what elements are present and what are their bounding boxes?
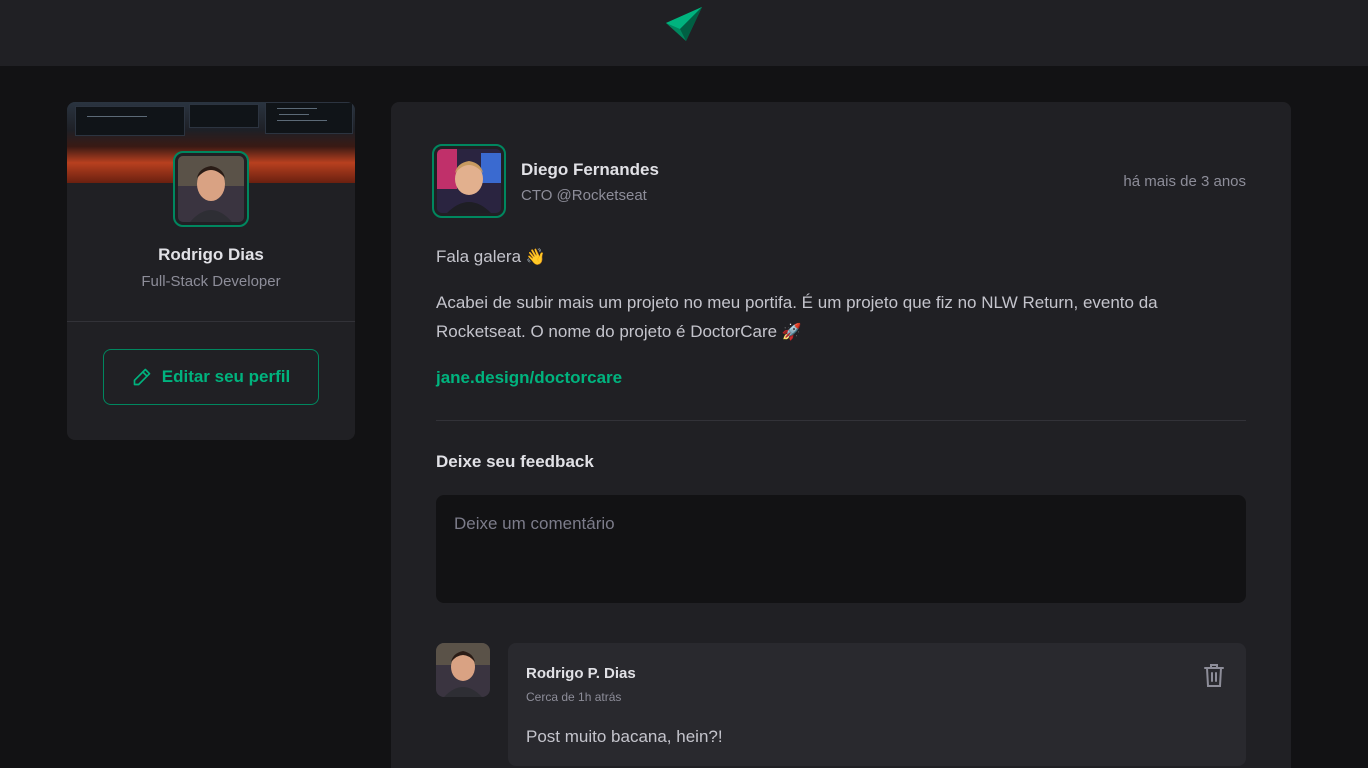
comment-timestamp: Cerca de 1h atrás — [526, 690, 622, 704]
post-divider — [436, 420, 1246, 421]
post-author-avatar[interactable] — [432, 144, 506, 218]
paper-plane-logo-icon — [666, 7, 702, 41]
post-body: Acabei de subir mais um projeto no meu p… — [436, 293, 1158, 341]
post-timestamp: há mais de 3 anos — [1123, 173, 1246, 190]
comment-author-name: Rodrigo P. Dias — [526, 665, 636, 682]
post-author-name[interactable]: Diego Fernandes — [521, 160, 659, 180]
pencil-icon — [133, 368, 151, 386]
top-header — [0, 0, 1368, 66]
rocket-emoji: 🚀 — [781, 322, 802, 341]
profile-avatar[interactable] — [173, 151, 249, 227]
edit-profile-label: Editar seu perfil — [161, 367, 291, 386]
waving-hand-emoji: 👋 — [525, 247, 546, 266]
post-content: Fala galera 👋 Acabei de subir mais um pr… — [436, 242, 1246, 409]
profile-sidebar: Rodrigo Dias Full-Stack Developer Editar… — [67, 102, 355, 440]
edit-profile-button[interactable]: Editar seu perfil — [103, 349, 319, 405]
post-card: Diego Fernandes CTO @Rocketseat há mais … — [391, 102, 1291, 768]
comment-text: Post muito bacana, hein?! — [526, 727, 723, 746]
feedback-title: Deixe seu feedback — [436, 452, 594, 471]
profile-role: Full-Stack Developer — [141, 273, 281, 290]
post-link[interactable]: jane.design/doctorcare — [436, 368, 622, 387]
post-greeting: Fala galera 👋 — [436, 247, 546, 266]
comment-author-avatar[interactable] — [436, 643, 490, 697]
profile-name: Rodrigo Dias — [158, 245, 264, 264]
delete-comment-button[interactable] — [1202, 662, 1226, 688]
comment-card: Rodrigo P. Dias Cerca de 1h atrás Post m… — [508, 643, 1246, 766]
trash-icon — [1204, 664, 1224, 687]
sidebar-divider — [67, 321, 355, 322]
post-author-role: CTO @Rocketseat — [521, 187, 647, 204]
comment-input[interactable] — [436, 495, 1246, 603]
